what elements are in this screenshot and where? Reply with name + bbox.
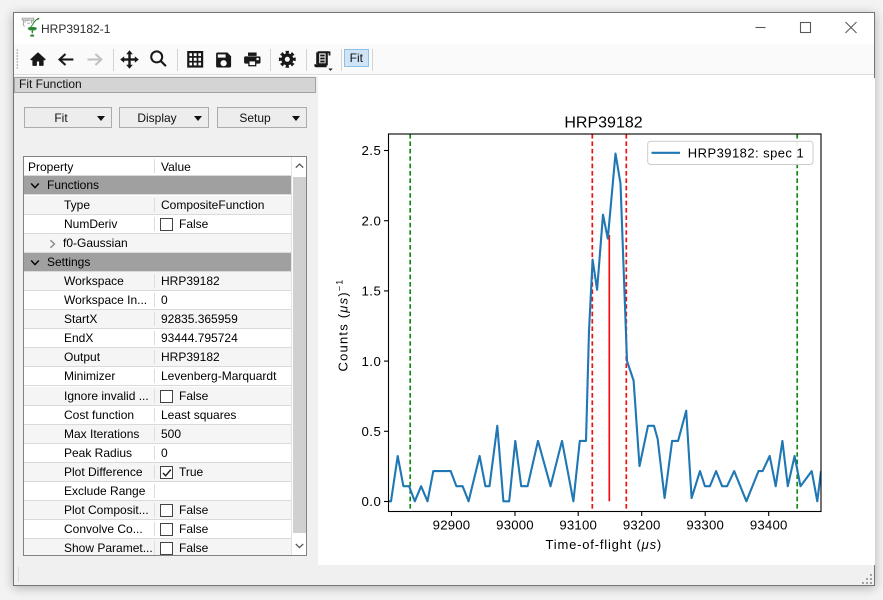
svg-text:0.5: 0.5 (361, 424, 381, 439)
svg-text:Time-of-flight (μs): Time-of-flight (μs) (546, 537, 662, 552)
svg-text:1.0: 1.0 (361, 354, 381, 369)
svg-text:93000: 93000 (496, 517, 534, 532)
svg-text:HRP39182: HRP39182 (564, 114, 642, 131)
svg-text:93400: 93400 (750, 517, 788, 532)
svg-text:Counts (μs)−1: Counts (μs)−1 (335, 279, 351, 372)
svg-text:93200: 93200 (623, 517, 661, 532)
svg-text:0.0: 0.0 (361, 494, 381, 509)
svg-text:2.0: 2.0 (361, 213, 381, 228)
svg-text:93100: 93100 (559, 517, 597, 532)
svg-text:92900: 92900 (433, 517, 471, 532)
svg-text:93300: 93300 (686, 517, 724, 532)
svg-text:2.5: 2.5 (361, 143, 381, 158)
svg-text:HRP39182: spec 1: HRP39182: spec 1 (688, 145, 804, 160)
svg-text:1.5: 1.5 (361, 284, 381, 299)
